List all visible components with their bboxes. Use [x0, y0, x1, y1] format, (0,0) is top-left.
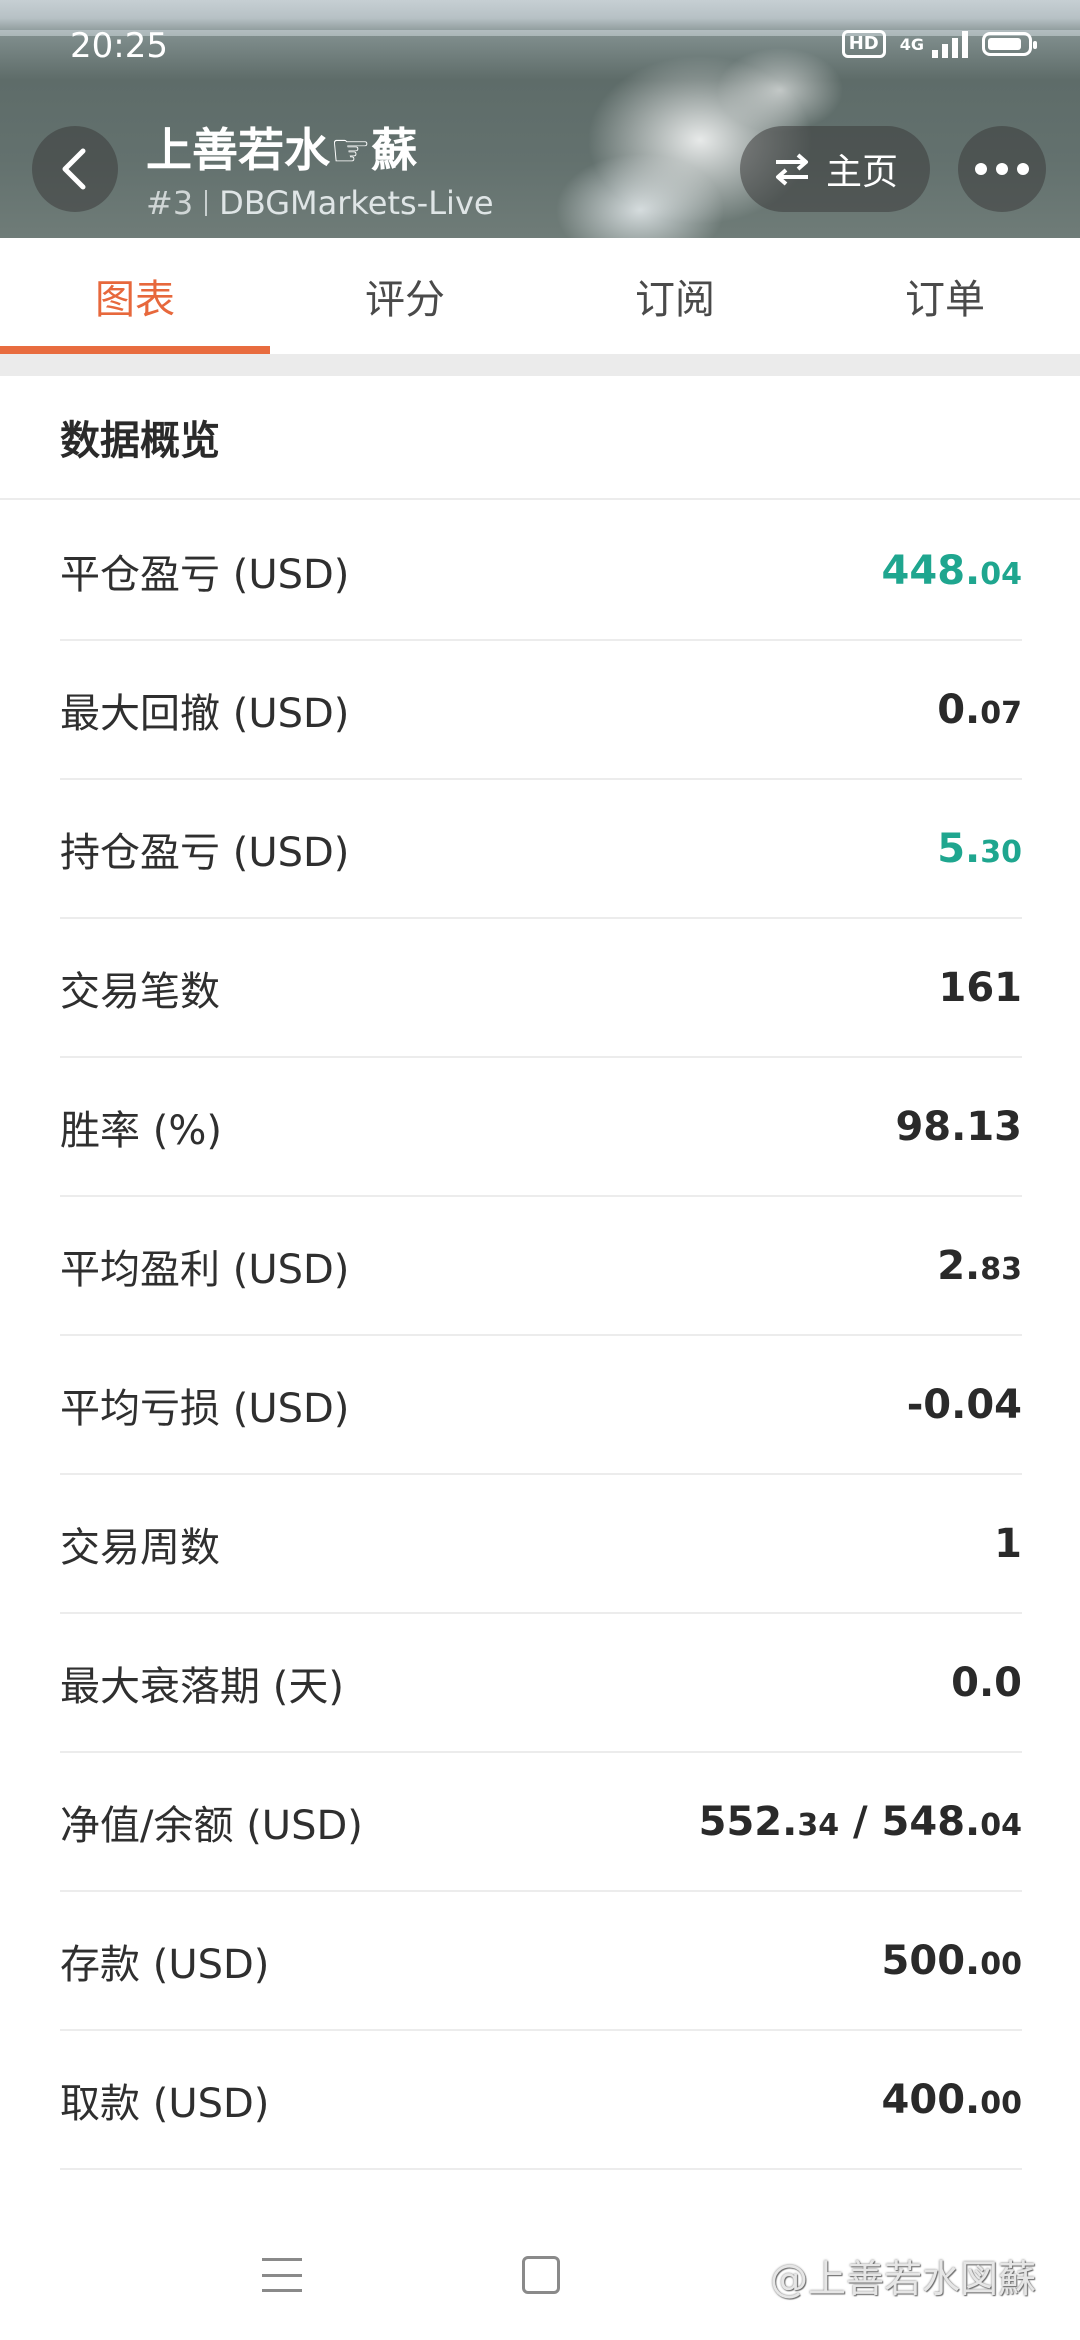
stat-value: -0.04 — [907, 1382, 1022, 1428]
status-bar: 20:25 HD 4G — [0, 0, 1080, 92]
stat-value-integer: 448. — [881, 547, 981, 594]
stat-label: 交易笔数 — [60, 968, 220, 1015]
signal-icon — [932, 30, 968, 58]
more-icon — [975, 163, 1029, 175]
stats-list: 平仓盈亏 (USD) 448.04 最大回撤 (USD) 0.07 持仓盈亏 (USD)… — [60, 502, 1022, 2170]
stat-row: 平仓盈亏 (USD) 448.04 — [60, 502, 1022, 641]
stat-row: 胜率 (%) 98.13 — [60, 1058, 1022, 1197]
stat-row: 最大回撤 (USD) 0.07 — [60, 641, 1022, 780]
stat-row: 取款 (USD) 400.00 — [60, 2031, 1022, 2170]
stat-value-decimals: 07 — [980, 695, 1022, 731]
back-button[interactable] — [32, 126, 118, 212]
stat-value-integer: 500. — [881, 1937, 981, 1984]
battery-icon — [982, 32, 1037, 56]
home-button[interactable]: 主页 — [740, 126, 930, 212]
stat-label: 交易周数 — [60, 1524, 220, 1571]
watermark: @上善若水図蘇 — [770, 2257, 1037, 2301]
stat-row: 持仓盈亏 (USD) 5.30 — [60, 780, 1022, 919]
stat-value-integer: 1 — [994, 1520, 1022, 1567]
status-time: 20:25 — [70, 26, 168, 66]
stat-row: 最大衰落期 (天) 0.0 — [60, 1614, 1022, 1753]
back-icon — [62, 148, 86, 190]
stat-value: 98.13 — [895, 1104, 1022, 1150]
stat-value: 161 — [939, 965, 1023, 1011]
stat-value: 5.30 — [937, 826, 1022, 872]
stat-value: 1 — [994, 1521, 1022, 1567]
section-divider — [0, 354, 1080, 376]
tab-bar: 图表 评分 订阅 订单 — [0, 238, 1080, 354]
stat-value-integer: / 548. — [839, 1798, 981, 1845]
stat-label: 持仓盈亏 (USD) — [60, 829, 350, 876]
home-button-label: 主页 — [825, 152, 898, 193]
section-title: 数据概览 — [0, 376, 1080, 500]
stat-label: 存款 (USD) — [60, 1941, 270, 1988]
stat-value-decimals: 00 — [980, 2085, 1022, 2121]
tab-chart[interactable]: 图表 — [0, 238, 270, 354]
stat-value: 552.34 / 548.04 — [699, 1799, 1022, 1845]
tab-subscribe[interactable]: 订阅 — [540, 238, 810, 354]
stat-row: 平均亏损 (USD) -0.04 — [60, 1336, 1022, 1475]
stat-label: 最大回撤 (USD) — [60, 690, 350, 737]
stat-label: 平仓盈亏 (USD) — [60, 551, 350, 598]
status-icons: HD 4G — [841, 30, 1037, 58]
stat-value-integer: 0.0 — [951, 1659, 1022, 1706]
stat-value-decimals: 04 — [980, 1807, 1022, 1843]
menu-icon[interactable] — [262, 2258, 302, 2292]
stat-row: 净值/余额 (USD) 552.34 / 548.04 — [60, 1753, 1022, 1892]
stat-value-decimals: 00 — [980, 1946, 1022, 1982]
system-nav-bar: @上善若水図蘇 — [0, 2200, 1080, 2340]
stat-row: 交易周数 1 — [60, 1475, 1022, 1614]
stat-label: 净值/余额 (USD) — [60, 1802, 363, 1849]
more-button[interactable] — [958, 126, 1046, 212]
stat-value-decimals: 34 — [797, 1807, 840, 1843]
stat-label: 最大衰落期 (天) — [60, 1663, 344, 1710]
stat-value: 400.00 — [882, 2077, 1022, 2123]
stat-value: 500.00 — [882, 1938, 1022, 1984]
stat-label: 平均亏损 (USD) — [60, 1385, 350, 1432]
stat-row: 交易笔数 161 — [60, 919, 1022, 1058]
stat-row: 存款 (USD) 500.00 — [60, 1892, 1022, 2031]
swap-icon — [775, 153, 808, 186]
tab-rating[interactable]: 评分 — [270, 238, 540, 354]
subtitle-divider — [205, 190, 208, 216]
hd-icon: HD — [841, 30, 886, 58]
stat-label: 胜率 (%) — [60, 1107, 222, 1154]
stat-value-integer: 161 — [938, 964, 1023, 1011]
stat-value-integer: 0. — [937, 686, 981, 733]
stat-value: 448.04 — [882, 548, 1022, 594]
stat-value: 2.83 — [937, 1243, 1022, 1289]
stat-value-integer: 552. — [698, 1798, 798, 1845]
stat-value-integer: 98.13 — [895, 1103, 1022, 1150]
stat-label: 平均盈利 (USD) — [60, 1246, 350, 1293]
rank-label: #3 — [146, 184, 194, 222]
account-subtitle: #3 DBGMarkets-Live — [146, 184, 494, 222]
broker-label: DBGMarkets-Live — [219, 184, 494, 222]
stat-row: 平均盈利 (USD) 2.83 — [60, 1197, 1022, 1336]
stat-value-decimals: 30 — [980, 834, 1022, 870]
stat-value-integer: 2. — [937, 1242, 981, 1289]
stat-value: 0.07 — [937, 687, 1022, 733]
stat-value-integer: 5. — [937, 825, 981, 872]
stat-value-integer: -0.04 — [906, 1381, 1022, 1428]
stat-value-decimals: 04 — [980, 556, 1022, 592]
stat-value-decimals: 83 — [980, 1251, 1022, 1287]
tab-orders[interactable]: 订单 — [810, 238, 1080, 354]
home-square-icon[interactable] — [522, 2256, 560, 2294]
page-title: 上善若水☞蘇 — [146, 123, 418, 177]
network-type-label: 4G — [899, 34, 924, 54]
stat-label: 取款 (USD) — [60, 2080, 270, 2127]
stat-value-integer: 400. — [881, 2076, 981, 2123]
stat-value: 0.0 — [951, 1660, 1022, 1706]
